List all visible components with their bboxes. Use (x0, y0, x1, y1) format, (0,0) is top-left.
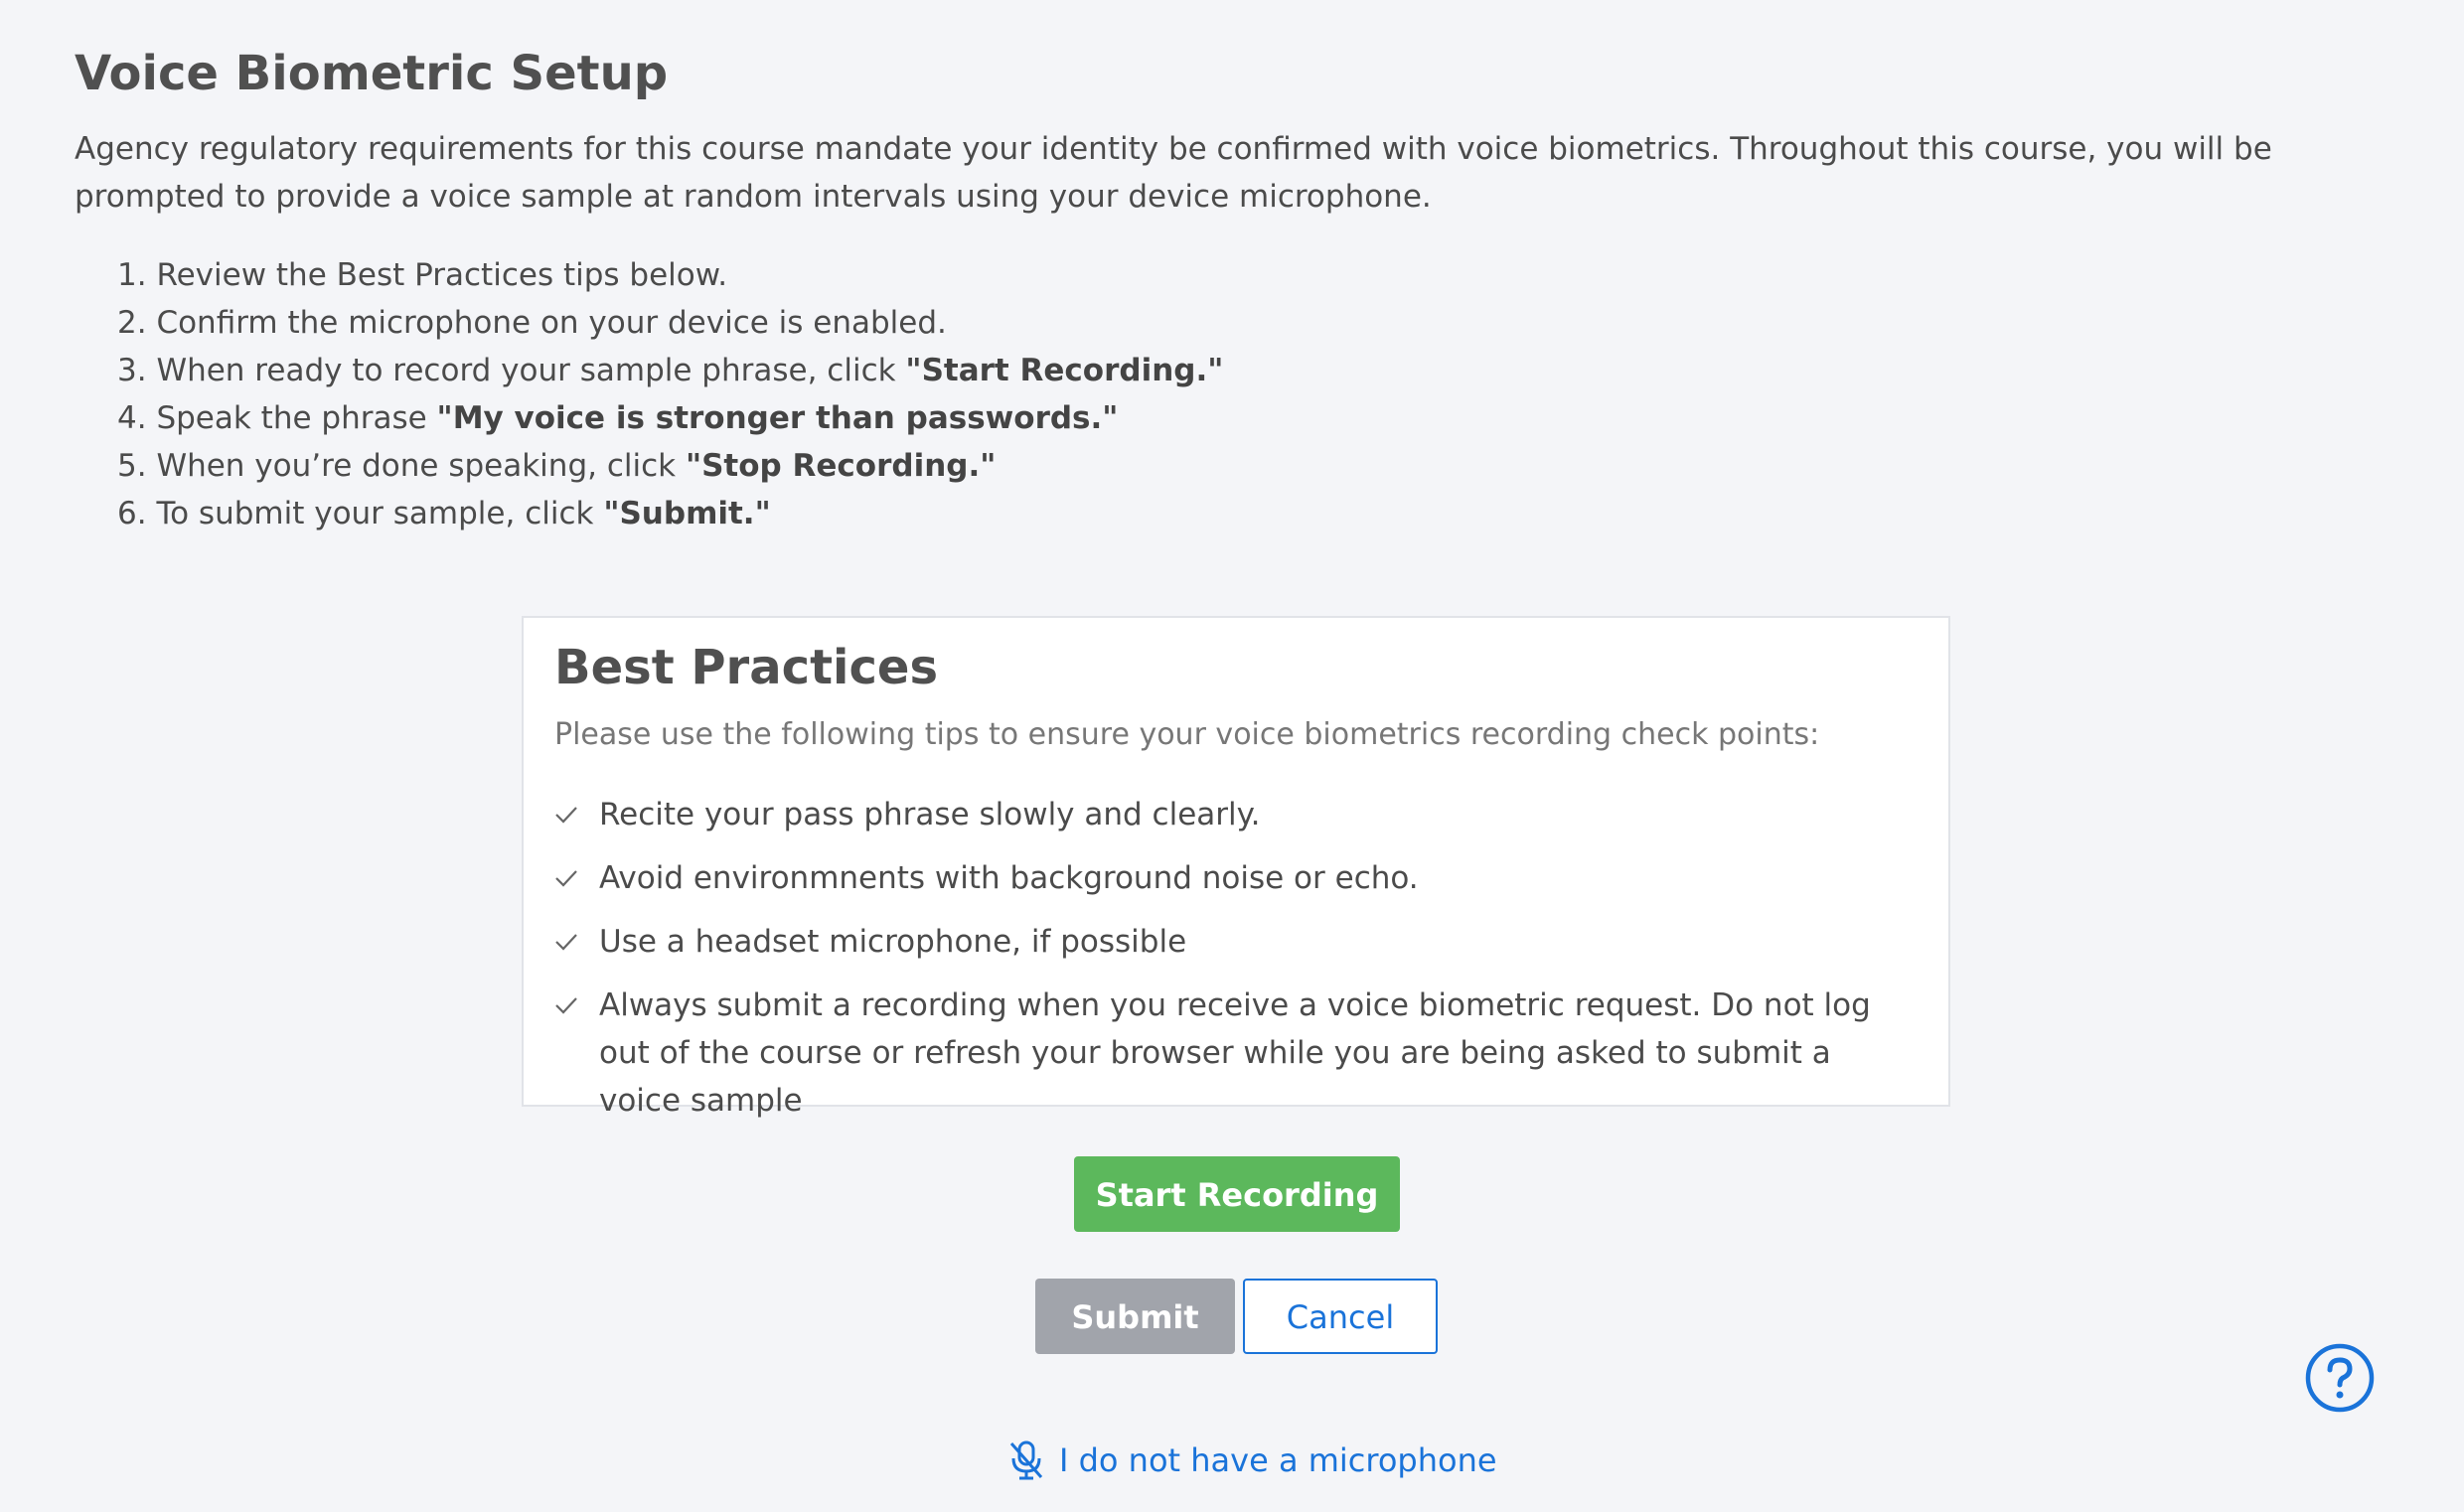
help-icon[interactable] (2305, 1343, 2375, 1413)
tip-item: Recite your pass phrase slowly and clear… (554, 791, 1916, 838)
step-item: 3. When ready to record your sample phra… (117, 347, 1223, 394)
step-item: 1. Review the Best Practices tips below. (117, 251, 1223, 299)
best-practices-title: Best Practices (554, 640, 939, 695)
cancel-button[interactable]: Cancel (1243, 1279, 1438, 1354)
microphone-off-icon (1009, 1440, 1043, 1480)
tip-text: Recite your pass phrase slowly and clear… (599, 797, 1261, 832)
tip-text: Avoid environmnents with background nois… (599, 860, 1419, 896)
tip-item: Always submit a recording when you recei… (554, 982, 1916, 1125)
step-item: 2. Confirm the microphone on your device… (117, 299, 1223, 347)
step-emphasis: "My voice is stronger than passwords." (436, 400, 1119, 436)
best-practices-card: Best Practices Please use the following … (522, 616, 1950, 1119)
step-number: 6. (117, 496, 147, 531)
tip-text: Use a headset microphone, if possible (599, 924, 1187, 960)
step-number: 4. (117, 400, 147, 436)
check-icon (555, 997, 577, 1014)
step-text: When ready to record your sample phrase,… (156, 353, 906, 388)
tip-text: Always submit a recording when you recei… (599, 987, 1871, 1119)
submit-button[interactable]: Submit (1035, 1279, 1235, 1354)
step-text: To submit your sample, click (156, 496, 604, 531)
page-title: Voice Biometric Setup (75, 46, 669, 101)
step-emphasis: "Start Recording." (905, 353, 1224, 388)
step-number: 1. (117, 257, 147, 293)
check-icon (555, 807, 577, 824)
intro-text: Agency regulatory requirements for this … (75, 131, 2272, 215)
step-emphasis: "Stop Recording." (685, 448, 997, 484)
best-practices-subtitle: Please use the following tips to ensure … (554, 717, 1820, 752)
step-text: Review the Best Practices tips below. (156, 257, 728, 293)
step-item: 5. When you’re done speaking, click "Sto… (117, 442, 1223, 490)
instruction-steps: 1. Review the Best Practices tips below.… (117, 251, 1223, 537)
no-microphone-label: I do not have a microphone (1059, 1441, 1497, 1479)
tip-item: Use a headset microphone, if possible (554, 918, 1916, 966)
step-emphasis: "Submit." (603, 496, 771, 531)
step-text: When you’re done speaking, click (156, 448, 686, 484)
step-number: 3. (117, 353, 147, 388)
step-number: 2. (117, 305, 147, 341)
step-item: 4. Speak the phrase "My voice is stronge… (117, 394, 1223, 442)
start-recording-button[interactable]: Start Recording (1074, 1156, 1400, 1232)
check-icon (555, 934, 577, 951)
tip-item: Avoid environmnents with background nois… (554, 854, 1916, 902)
no-microphone-link[interactable]: I do not have a microphone (1007, 1436, 1497, 1484)
step-text: Confirm the microphone on your device is… (156, 305, 947, 341)
voice-biometric-setup-page: Voice Biometric Setup Agency regulatory … (0, 0, 2464, 1512)
best-practices-tips: Recite your pass phrase slowly and clear… (554, 791, 1916, 1140)
step-text: Speak the phrase (156, 400, 437, 436)
step-item: 6. To submit your sample, click "Submit.… (117, 490, 1223, 537)
check-icon (555, 870, 577, 887)
step-number: 5. (117, 448, 147, 484)
